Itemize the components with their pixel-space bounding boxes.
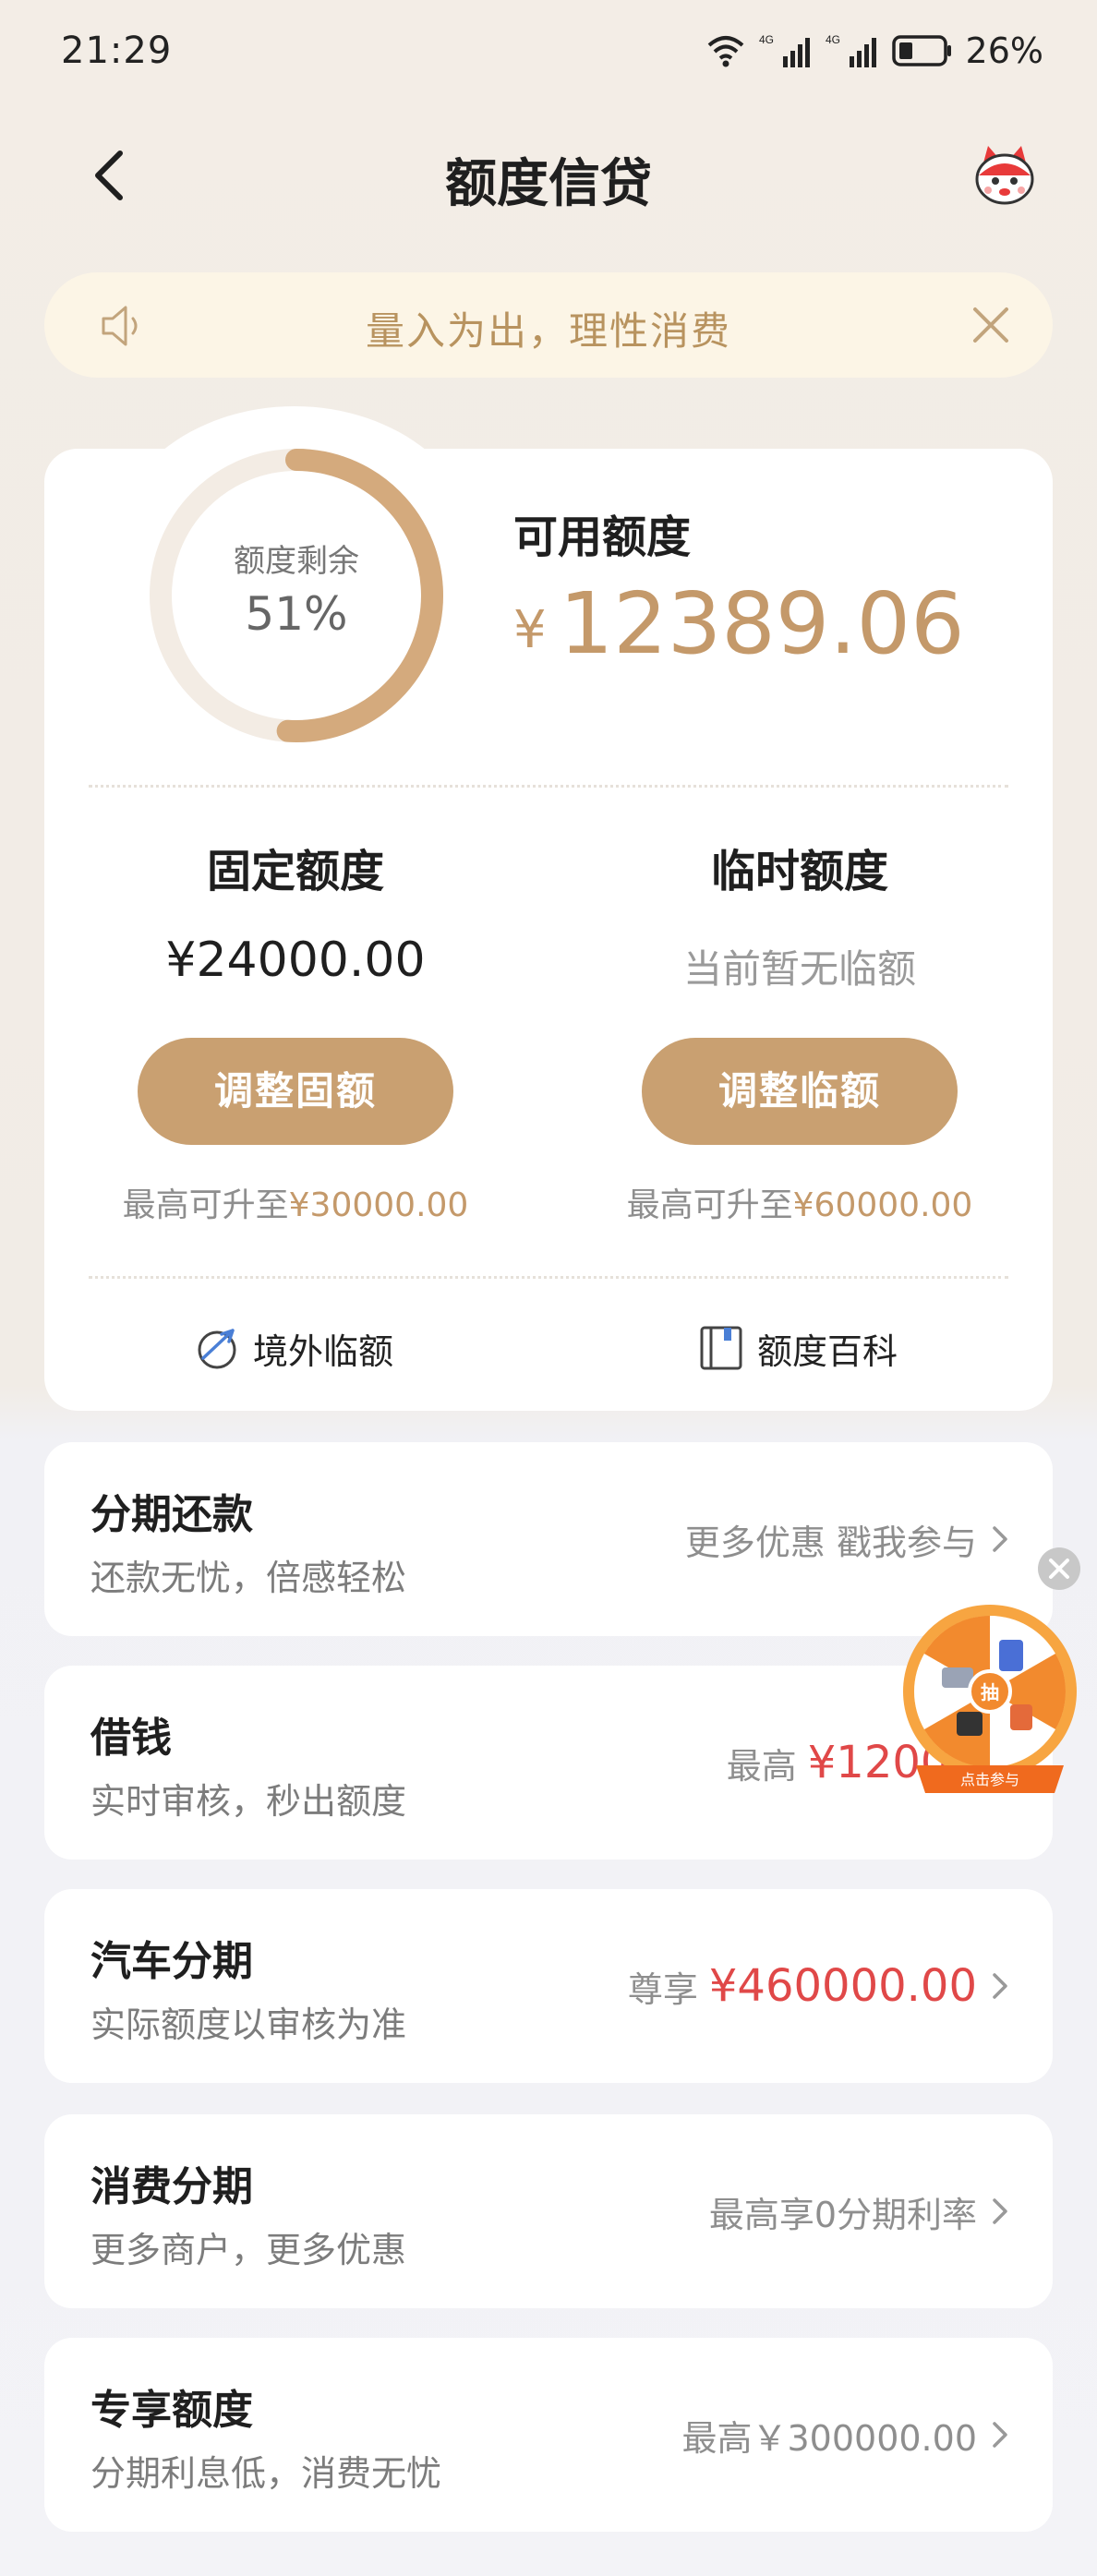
- ring-percent: 51%: [245, 587, 348, 641]
- fixed-credit-value: ¥24000.00: [165, 933, 426, 988]
- service-amount: 尊享 ¥460000.00: [628, 1954, 977, 2018]
- overseas-temp-credit-label: 境外临额: [253, 1330, 394, 1372]
- service-amount-prefix: 最高: [726, 1745, 797, 1787]
- chevron-right-icon: [993, 1973, 1007, 1999]
- signal-icon: 4G: [759, 33, 810, 67]
- status-time: 21:29: [61, 30, 173, 72]
- close-icon[interactable]: [966, 300, 1016, 350]
- temporary-credit-value: 当前暂无临额: [682, 946, 916, 992]
- service-promo: 更多优惠 戳我参与: [685, 1507, 977, 1571]
- ring-label: 额度剩余: [234, 543, 359, 580]
- service-promo-text: 最高享0分期利率: [708, 2194, 977, 2235]
- temporary-credit-title: 临时额度: [710, 846, 888, 897]
- wifi-icon: [707, 36, 743, 67]
- lottery-caption: 点击参与: [960, 1771, 1019, 1788]
- service-title: 借钱: [90, 1715, 172, 1762]
- service-car-installment[interactable]: 汽车分期 实际额度以审核为准 尊享 ¥460000.00: [44, 1889, 1053, 2083]
- lottery-wheel-icon[interactable]: 抽 点击参与: [898, 1603, 1082, 1804]
- chevron-right-icon: [993, 1526, 1007, 1552]
- fixed-note-prefix: 最高可升至: [122, 1186, 289, 1224]
- fixed-credit-title: 固定额度: [206, 846, 384, 897]
- overseas-temp-credit-link[interactable]: 境外临额: [194, 1320, 393, 1376]
- mascot-icon[interactable]: [968, 138, 1042, 212]
- page-title: 额度信贷: [445, 154, 652, 214]
- temporary-note-amount: ¥60000.00: [792, 1186, 973, 1224]
- plane-icon: [198, 1329, 236, 1369]
- temporary-credit-max-note: 最高可升至¥60000.00: [597, 1178, 1003, 1226]
- service-subtitle: 还款无忧，倍感轻松: [90, 1558, 407, 1598]
- status-bar: 21:29 4G 4G 26%: [0, 0, 1097, 109]
- service-consumer-installment[interactable]: 消费分期 更多商户，更多优惠 最高享0分期利率: [44, 2114, 1053, 2308]
- divider: [89, 785, 1008, 788]
- service-promo: 最高享0分期利率: [709, 2179, 977, 2244]
- fixed-credit-max-note: 最高可升至¥30000.00: [92, 1178, 499, 1226]
- floating-close-icon[interactable]: [1036, 1546, 1082, 1592]
- currency-symbol: ¥: [513, 600, 547, 660]
- adjust-fixed-credit-button[interactable]: 调整固额: [138, 1038, 453, 1145]
- available-credit-label: 可用额度: [513, 512, 692, 563]
- notice-text: 量入为出，理性消费: [365, 308, 731, 354]
- adjust-temporary-credit-button[interactable]: 调整临额: [642, 1038, 958, 1145]
- service-subtitle: 更多商户，更多优惠: [90, 2230, 407, 2270]
- service-subtitle: 实时审核，秒出额度: [90, 1781, 407, 1822]
- service-title: 分期还款: [90, 1491, 253, 1538]
- service-promo: 最高￥300000.00: [682, 2402, 978, 2467]
- temporary-note-prefix: 最高可升至: [626, 1186, 793, 1224]
- signal-icon-2: 4G: [826, 33, 876, 67]
- battery-icon: [891, 35, 951, 66]
- battery-percent: 26%: [965, 30, 1043, 71]
- app-header: 额度信贷: [0, 129, 1097, 222]
- service-exclusive-credit[interactable]: 专享额度 分期利息低，消费无忧 最高￥300000.00: [44, 2338, 1053, 2532]
- available-credit-value: 12389.06: [559, 574, 965, 673]
- credit-wiki-label: 额度百科: [757, 1330, 898, 1372]
- chevron-right-icon: [993, 2422, 1007, 2448]
- available-credit-amount: ¥12389.06: [513, 574, 965, 673]
- service-promo-text: 最高￥300000.00: [681, 2417, 978, 2459]
- chevron-right-icon: [993, 2198, 1007, 2224]
- service-title: 消费分期: [90, 2163, 253, 2210]
- notice-bar: 量入为出，理性消费: [44, 272, 1053, 378]
- status-icons: 4G 4G 26%: [705, 28, 1043, 74]
- service-promo-text: 更多优惠 戳我参与: [684, 1522, 977, 1563]
- network-type-label: 4G: [759, 33, 774, 46]
- service-amount-value: ¥460000.00: [708, 1960, 977, 2012]
- service-title: 专享额度: [90, 2387, 253, 2434]
- credit-wiki-link[interactable]: 额度百科: [698, 1320, 898, 1376]
- book-icon: [700, 1326, 742, 1370]
- network-type-label-2: 4G: [826, 33, 840, 46]
- service-subtitle: 实际额度以审核为准: [90, 2004, 407, 2045]
- divider: [89, 1276, 1008, 1279]
- fixed-note-amount: ¥30000.00: [288, 1186, 469, 1224]
- service-title: 汽车分期: [90, 1938, 253, 1985]
- service-amount-prefix: 尊享: [627, 1968, 698, 2010]
- service-subtitle: 分期利息低，消费无忧: [90, 2453, 442, 2494]
- lottery-center-label: 抽: [981, 1681, 999, 1703]
